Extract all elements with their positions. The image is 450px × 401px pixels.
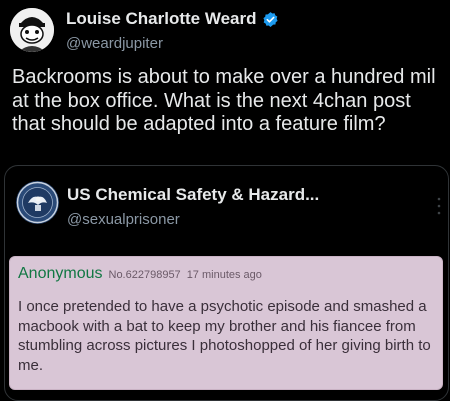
author-name[interactable]: Louise Charlotte Weard <box>66 9 279 29</box>
tweet: Louise Charlotte Weard @weardjupiter Bac… <box>0 0 450 401</box>
more-options-icon[interactable] <box>436 196 442 216</box>
verified-badge-icon <box>262 11 278 27</box>
post-header: Anonymous No.622798957 17 minutes ago <box>18 265 262 283</box>
quoted-tweet[interactable]: US Chemical Safety & Hazard... @sexualpr… <box>4 165 449 401</box>
post-number: No.622798957 <box>108 269 181 281</box>
author-handle[interactable]: @weardjupiter <box>66 35 163 52</box>
post-body: I once pretended to have a psychotic epi… <box>18 298 431 374</box>
tweet-text: Backrooms is about to make over a hundre… <box>12 66 436 135</box>
cartoon-avatar-icon <box>10 8 54 52</box>
quote-author-name[interactable]: US Chemical Safety & Hazard... <box>67 185 319 205</box>
eagle-seal-icon <box>16 181 59 224</box>
post-poster-name: Anonymous <box>18 265 103 282</box>
quote-author-handle[interactable]: @sexualprisoner <box>67 211 180 228</box>
quote-author-avatar[interactable] <box>16 181 59 224</box>
author-name-text: Louise Charlotte Weard <box>66 9 257 28</box>
post-timestamp: 17 minutes ago <box>186 269 262 281</box>
author-avatar[interactable] <box>10 8 54 52</box>
chan-post-screenshot: Anonymous No.622798957 17 minutes ago I … <box>9 256 443 390</box>
